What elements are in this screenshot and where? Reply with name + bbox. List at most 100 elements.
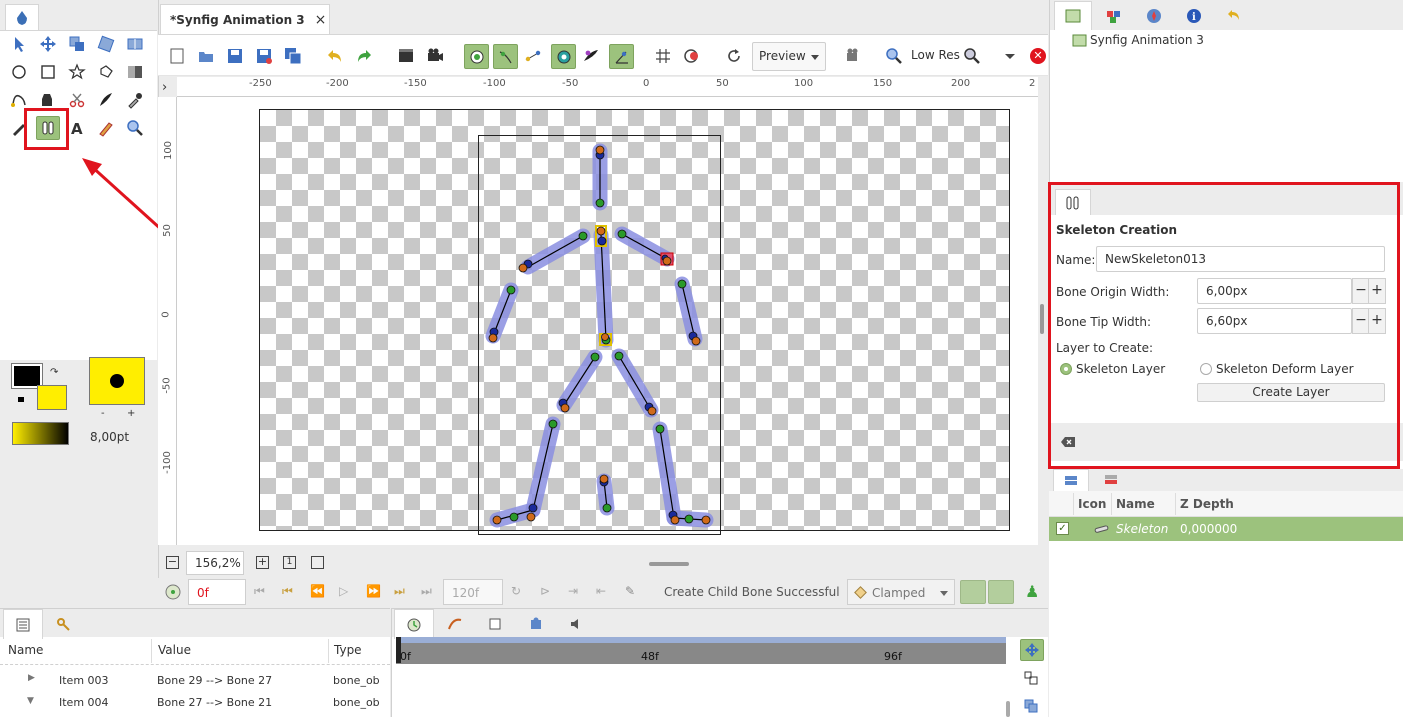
lower-bound-icon[interactable]: ⇤	[596, 584, 606, 598]
tab-timetrack[interactable]	[394, 609, 434, 639]
current-frame-field[interactable]: 0f	[188, 579, 246, 605]
params-header-name[interactable]: Name	[8, 643, 43, 657]
animation-mode-figure-icon[interactable]: ♟	[1025, 582, 1039, 601]
preview-render-icon[interactable]	[424, 45, 446, 67]
toolbar-overflow-chevron-icon[interactable]	[1005, 54, 1015, 59]
row-expander-icon[interactable]: ▼	[27, 696, 34, 706]
gradient-swatch[interactable]	[12, 422, 69, 445]
save-icon[interactable]	[224, 45, 246, 67]
toggle-position-handles-icon[interactable]	[464, 44, 489, 69]
toolbox-tab[interactable]	[5, 4, 39, 30]
toggle-tangent-handles-icon[interactable]	[522, 45, 544, 67]
redo-icon[interactable]	[353, 45, 375, 67]
loop-icon[interactable]: ↻	[511, 584, 521, 598]
prev-frame-icon[interactable]: ⏪	[310, 584, 325, 598]
zoom-value-field[interactable]: 156,2%	[186, 551, 244, 575]
brush-size-decrease[interactable]: -	[101, 408, 105, 419]
layers-header-name[interactable]: Name	[1116, 497, 1155, 511]
refresh-icon[interactable]	[723, 45, 745, 67]
gradient-tool-icon[interactable]	[124, 61, 146, 83]
low-res-label[interactable]: Low Res	[911, 48, 960, 62]
scale-tool-icon[interactable]	[66, 33, 88, 55]
toggle-width-handles-icon[interactable]	[580, 45, 602, 67]
params-header-type[interactable]: Type	[334, 643, 362, 657]
tab-canvas-browser[interactable]	[1054, 1, 1092, 30]
tab-params[interactable]	[3, 609, 43, 639]
tab-history[interactable]	[1216, 1, 1252, 31]
smooth-move-tool-icon[interactable]	[37, 33, 59, 55]
keyframe-lock-future-button[interactable]	[988, 580, 1014, 604]
layer-visibility-checkbox[interactable]: ✓	[1056, 522, 1069, 535]
zoom-in-button[interactable]: +	[256, 556, 269, 569]
polygon-tool-icon[interactable]	[95, 61, 117, 83]
layers-header-icon[interactable]: Icon	[1078, 497, 1106, 511]
tab-layers[interactable]	[1053, 469, 1089, 491]
table-row[interactable]: ▶ Item 003 Bone 29 --> Bone 27 bone_ob	[0, 671, 380, 691]
mirror-tool-icon[interactable]	[124, 33, 146, 55]
tab-sound[interactable]	[559, 609, 593, 639]
row-expander-icon[interactable]: ▶	[28, 673, 35, 683]
timetrack-move-button[interactable]	[1020, 639, 1044, 661]
tab-keyframes[interactable]	[478, 609, 512, 639]
zoom-tool-icon[interactable]	[124, 117, 146, 139]
tab-info[interactable]: i	[1176, 1, 1212, 31]
tab-library-panel[interactable]	[519, 609, 553, 639]
toggle-angle-handles-icon[interactable]	[609, 44, 634, 69]
text-tool-icon[interactable]: A	[66, 117, 88, 139]
low-res-icon[interactable]	[883, 45, 905, 67]
timetrack-scrollbar[interactable]	[1006, 701, 1010, 717]
table-row[interactable]: ▼ Item 004 Bone 27 --> Bone 21 bone_ob	[0, 693, 380, 713]
quality-icon[interactable]	[961, 45, 983, 67]
render-icon[interactable]	[395, 45, 417, 67]
eyedropper-tool-icon[interactable]	[124, 89, 146, 111]
swap-colors-icon[interactable]: ↷	[50, 367, 58, 378]
prev-keyframe-icon[interactable]: ⏮	[282, 584, 293, 599]
cutout-tool-icon[interactable]	[66, 89, 88, 111]
zoom-out-button[interactable]: −	[166, 556, 179, 569]
toggle-radius-handles-icon[interactable]	[551, 44, 576, 69]
layers-header-zdepth[interactable]: Z Depth	[1180, 497, 1234, 511]
sketch-tool-icon[interactable]	[95, 117, 117, 139]
default-colors-icon[interactable]	[18, 397, 24, 402]
next-frame-icon[interactable]: ⏩	[366, 584, 381, 598]
interpolation-dropdown[interactable]: Clamped	[847, 579, 955, 605]
stop-render-icon[interactable]: ✕	[1030, 48, 1046, 64]
vertical-scrollbar[interactable]	[1040, 304, 1044, 334]
close-tab-icon[interactable]: ×	[315, 12, 327, 28]
keyframe-lock-past-button[interactable]	[960, 580, 986, 604]
width-tool-icon[interactable]	[95, 89, 117, 111]
bounds-icon[interactable]: ⊳	[540, 584, 550, 598]
tab-library[interactable]	[46, 609, 82, 639]
play-icon[interactable]: ▷	[339, 584, 348, 598]
transform-tool-icon[interactable]	[8, 33, 30, 55]
background-render-icon[interactable]	[842, 45, 864, 67]
ruler-toggle-chevron-icon[interactable]: ›	[162, 80, 167, 95]
canvas-browser-item[interactable]: Synfig Animation 3	[1072, 33, 1204, 47]
tab-layer-sets[interactable]	[1093, 469, 1129, 491]
tab-compass[interactable]	[1136, 1, 1172, 31]
preview-dropdown[interactable]: Preview	[752, 42, 826, 71]
brush-size-increase[interactable]: +	[127, 408, 135, 419]
toggle-grid-icon[interactable]	[652, 45, 674, 67]
sound-icon[interactable]: ✎	[625, 584, 635, 598]
tab-navigator[interactable]	[1096, 1, 1132, 31]
end-frame-field[interactable]: 120f	[443, 579, 503, 605]
save-as-icon[interactable]	[253, 45, 275, 67]
rectangle-tool-icon[interactable]	[37, 61, 59, 83]
upper-bound-icon[interactable]: ⇥	[568, 584, 578, 598]
tab-curves[interactable]	[438, 609, 472, 639]
save-all-icon[interactable]	[282, 45, 304, 67]
params-header-value[interactable]: Value	[158, 643, 191, 657]
seek-end-icon[interactable]: ⏭	[421, 584, 432, 599]
layer-row[interactable]: ✓ Skeleton 0,000000	[1049, 517, 1403, 541]
horizontal-scrollbar[interactable]	[649, 562, 689, 566]
document-tab[interactable]: *Synfig Animation 3 ×	[160, 4, 330, 34]
fill-color-swatch[interactable]	[37, 385, 67, 410]
zoom-100-button[interactable]: 1	[283, 556, 296, 569]
toggle-vertex-handles-icon[interactable]	[493, 44, 518, 69]
circle-tool-icon[interactable]	[8, 61, 30, 83]
next-keyframe-icon[interactable]: ⏭	[394, 584, 405, 599]
open-file-icon[interactable]	[195, 45, 217, 67]
timetrack-copy-icon[interactable]	[1024, 699, 1038, 713]
star-tool-icon[interactable]	[66, 61, 88, 83]
